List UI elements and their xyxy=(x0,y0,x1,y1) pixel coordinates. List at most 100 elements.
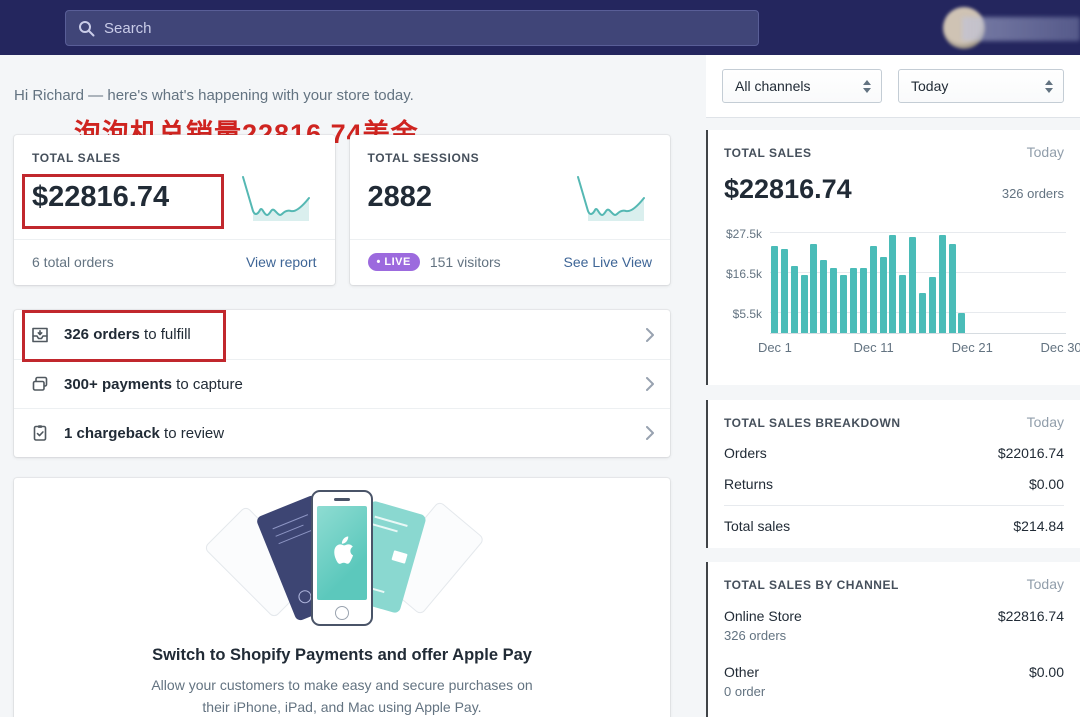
view-report-link[interactable]: View report xyxy=(246,254,317,270)
bar-day-19 xyxy=(949,244,956,333)
bar-day-3 xyxy=(791,266,798,333)
promo-body-line2: their iPhone, iPad, and Mac using Apple … xyxy=(122,697,562,717)
apple-pay-illustration xyxy=(172,494,512,628)
channel-orders-count: 0 order xyxy=(724,684,1064,699)
search-input[interactable] xyxy=(104,20,746,37)
bar-day-15 xyxy=(909,237,916,333)
breakdown-heading: TOTAL SALES BREAKDOWN xyxy=(724,416,901,430)
bar-day-20 xyxy=(958,313,965,333)
search-icon xyxy=(78,20,95,37)
chargeback-to-review-row[interactable]: 1 chargeback to review xyxy=(14,408,670,457)
sales-sparkline-icon xyxy=(235,171,319,232)
x-tick-label: Dec 11 xyxy=(853,340,893,355)
bar-day-8 xyxy=(840,275,847,333)
chart-plot-area xyxy=(770,226,1066,334)
fingerprint-icon xyxy=(335,606,349,620)
annotation-box-orders-row xyxy=(22,310,226,362)
x-tick-label: Dec 21 xyxy=(952,340,993,355)
sidebar-total-sales-orders: 326 orders xyxy=(1002,186,1064,201)
main-content: Hi Richard — here's what's happening wit… xyxy=(14,55,670,104)
channel-select-value: All channels xyxy=(735,78,811,94)
channel-orders-count: 326 orders xyxy=(724,628,1064,643)
total-orders-count: 6 total orders xyxy=(32,254,114,270)
x-tick-label: Dec 30 xyxy=(1040,340,1080,355)
by-channel-period: Today xyxy=(1027,576,1064,592)
channel-value: $0.00 xyxy=(1029,664,1064,680)
channel-row-other: Other $0.00 0 order xyxy=(724,664,1064,699)
bar-day-9 xyxy=(850,268,857,333)
sidebar-total-sales-period: Today xyxy=(1027,144,1064,160)
period-select-value: Today xyxy=(911,78,948,94)
greeting-text: Hi Richard — here's what's happening wit… xyxy=(14,87,670,104)
sidebar-total-sales-value: $22816.74 xyxy=(724,174,852,205)
filters-bar: All channels Today xyxy=(706,55,1080,118)
by-channel-heading: TOTAL SALES BY CHANNEL xyxy=(724,578,899,592)
breakdown-value: $214.84 xyxy=(1013,518,1064,534)
bar-day-12 xyxy=(880,257,887,333)
chevron-right-icon xyxy=(646,426,654,440)
promo-title: Switch to Shopify Payments and offer App… xyxy=(14,646,670,665)
bar-day-2 xyxy=(781,249,788,333)
chevron-right-icon xyxy=(646,377,654,391)
updown-caret-icon xyxy=(1045,80,1053,93)
y-tick-label: $16.5k xyxy=(726,267,762,281)
phone-illustration xyxy=(311,490,373,626)
breakdown-row-total: Total sales $214.84 xyxy=(724,518,1064,534)
visitors-count: 151 visitors xyxy=(430,254,501,270)
bar-day-4 xyxy=(801,275,808,333)
sidebar-total-sales-section: TOTAL SALES Today $22816.74 326 orders $… xyxy=(706,130,1080,385)
apple-pay-promo-card: Switch to Shopify Payments and offer App… xyxy=(14,478,670,717)
divider xyxy=(724,505,1064,506)
chevron-right-icon xyxy=(646,328,654,342)
breakdown-label: Returns xyxy=(724,476,773,492)
divider xyxy=(350,239,671,240)
breakdown-value: $0.00 xyxy=(1029,476,1064,492)
sales-by-channel-section: TOTAL SALES BY CHANNEL Today Online Stor… xyxy=(706,562,1080,717)
updown-caret-icon xyxy=(863,80,871,93)
chargeback-icon xyxy=(30,423,50,443)
channel-value: $22816.74 xyxy=(998,608,1064,624)
phone-screen xyxy=(317,506,367,600)
see-live-view-link[interactable]: See Live View xyxy=(564,254,652,270)
y-tick-label: $27.5k xyxy=(726,227,762,241)
bar-day-11 xyxy=(870,246,877,333)
breakdown-period: Today xyxy=(1027,414,1064,430)
payments-to-capture-row[interactable]: 300+ payments to capture xyxy=(14,359,670,408)
task-rest: to capture xyxy=(172,376,243,393)
task-bold: 300+ payments xyxy=(64,376,172,393)
bar-day-10 xyxy=(860,268,867,333)
period-select[interactable]: Today xyxy=(898,69,1064,103)
censored-username xyxy=(962,17,1080,41)
search-box[interactable] xyxy=(65,10,759,46)
sessions-sparkline-icon xyxy=(570,171,654,232)
breakdown-label: Orders xyxy=(724,445,767,461)
promo-body-line1: Allow your customers to make easy and se… xyxy=(122,675,562,697)
bar-day-14 xyxy=(899,275,906,333)
total-sessions-label: TOTAL SESSIONS xyxy=(368,151,653,165)
sales-breakdown-section: TOTAL SALES BREAKDOWN Today Orders $2201… xyxy=(706,400,1080,548)
breakdown-value: $22016.74 xyxy=(998,445,1064,461)
channel-select[interactable]: All channels xyxy=(722,69,882,103)
chart-x-axis: Dec 1Dec 11Dec 21Dec 30 xyxy=(770,340,1066,360)
channel-label: Online Store xyxy=(724,608,802,624)
sales-bar-chart: $27.5k$16.5k$5.5k Dec 1Dec 11Dec 21Dec 3… xyxy=(724,226,1066,366)
gridline xyxy=(770,232,1066,233)
sidebar-total-sales-heading: TOTAL SALES xyxy=(724,146,812,160)
phone-speaker xyxy=(334,498,350,501)
total-sales-label: TOTAL SALES xyxy=(32,151,317,165)
breakdown-row-orders: Orders $22016.74 xyxy=(724,445,1064,461)
bar-day-13 xyxy=(889,235,896,333)
top-nav-bar xyxy=(0,0,1080,55)
apple-logo-icon xyxy=(327,534,357,573)
y-tick-label: $5.5k xyxy=(733,307,762,321)
bar-day-7 xyxy=(830,268,837,333)
breakdown-row-returns: Returns $0.00 xyxy=(724,476,1064,492)
bar-day-5 xyxy=(810,244,817,333)
bar-day-17 xyxy=(929,277,936,333)
task-rest: to review xyxy=(160,425,224,442)
task-bold: 1 chargeback xyxy=(64,425,160,442)
right-panel: All channels Today TOTAL SALES Today $22… xyxy=(706,55,1080,717)
bar-day-1 xyxy=(771,246,778,333)
breakdown-label: Total sales xyxy=(724,518,790,534)
bar-day-18 xyxy=(939,235,946,333)
